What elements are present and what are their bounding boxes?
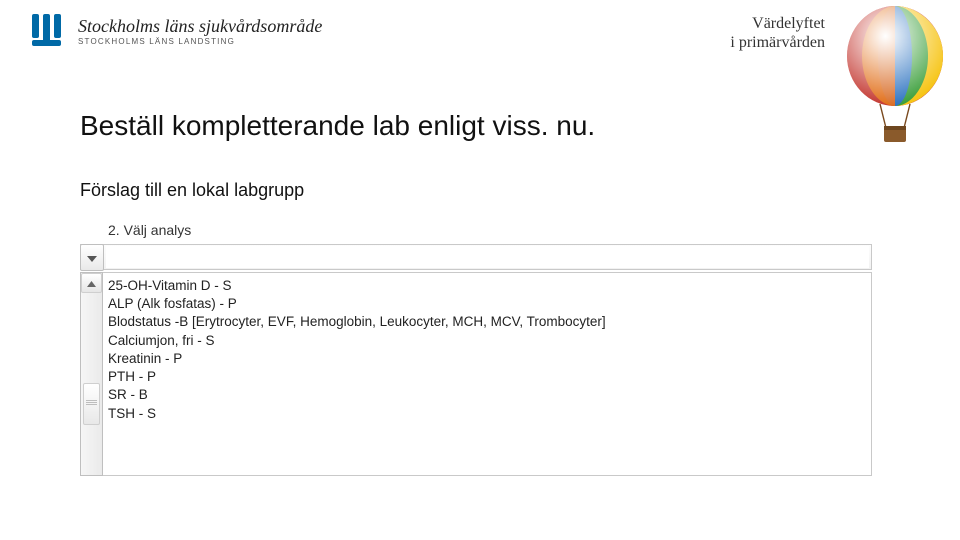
list-item[interactable]: ALP (Alk fosfatas) - P	[108, 295, 865, 313]
scroll-thumb[interactable]	[83, 383, 100, 425]
tagline-line2: i primärvården	[730, 33, 825, 52]
page-subtitle: Förslag till en lokal labgrupp	[80, 180, 304, 201]
analysis-list-frame: 25-OH-Vitamin D - S ALP (Alk fosfatas) -…	[80, 272, 872, 476]
scroll-up-button[interactable]	[81, 273, 102, 293]
scrollbar[interactable]	[80, 272, 103, 476]
tagline-line1: Värdelyftet	[730, 14, 825, 33]
tagline: Värdelyftet i primärvården	[730, 14, 825, 52]
list-item[interactable]: 25-OH-Vitamin D - S	[108, 277, 865, 295]
panel-heading: 2. Välj analys	[108, 222, 191, 238]
list-item[interactable]: SR - B	[108, 386, 865, 404]
list-item[interactable]: Blodstatus -B [Erytrocyter, EVF, Hemoglo…	[108, 313, 865, 331]
chevron-up-icon	[87, 274, 96, 292]
org-subtitle: STOCKHOLMS LÄNS LANDSTING	[78, 38, 322, 46]
page-title: Beställ kompletterande lab enligt viss. …	[80, 110, 595, 142]
analysis-search-input[interactable]	[106, 246, 869, 268]
list-item[interactable]: Calciumjon, fri - S	[108, 332, 865, 350]
list-item[interactable]: Kreatinin - P	[108, 350, 865, 368]
sll-logo-icon	[28, 10, 66, 53]
list-item[interactable]: TSH - S	[108, 405, 865, 423]
header: Stockholms läns sjukvårdsområde STOCKHOL…	[28, 10, 322, 53]
dropdown-button[interactable]	[80, 244, 104, 271]
list-item[interactable]: PTH - P	[108, 368, 865, 386]
org-name: Stockholms läns sjukvårdsområde	[78, 17, 322, 36]
chevron-down-icon	[87, 249, 97, 267]
analysis-list: 25-OH-Vitamin D - S ALP (Alk fosfatas) -…	[108, 277, 865, 423]
balloon-icon	[840, 6, 950, 161]
search-row	[80, 244, 872, 270]
analysis-panel: 2. Välj analys 25-OH-V	[80, 216, 872, 476]
